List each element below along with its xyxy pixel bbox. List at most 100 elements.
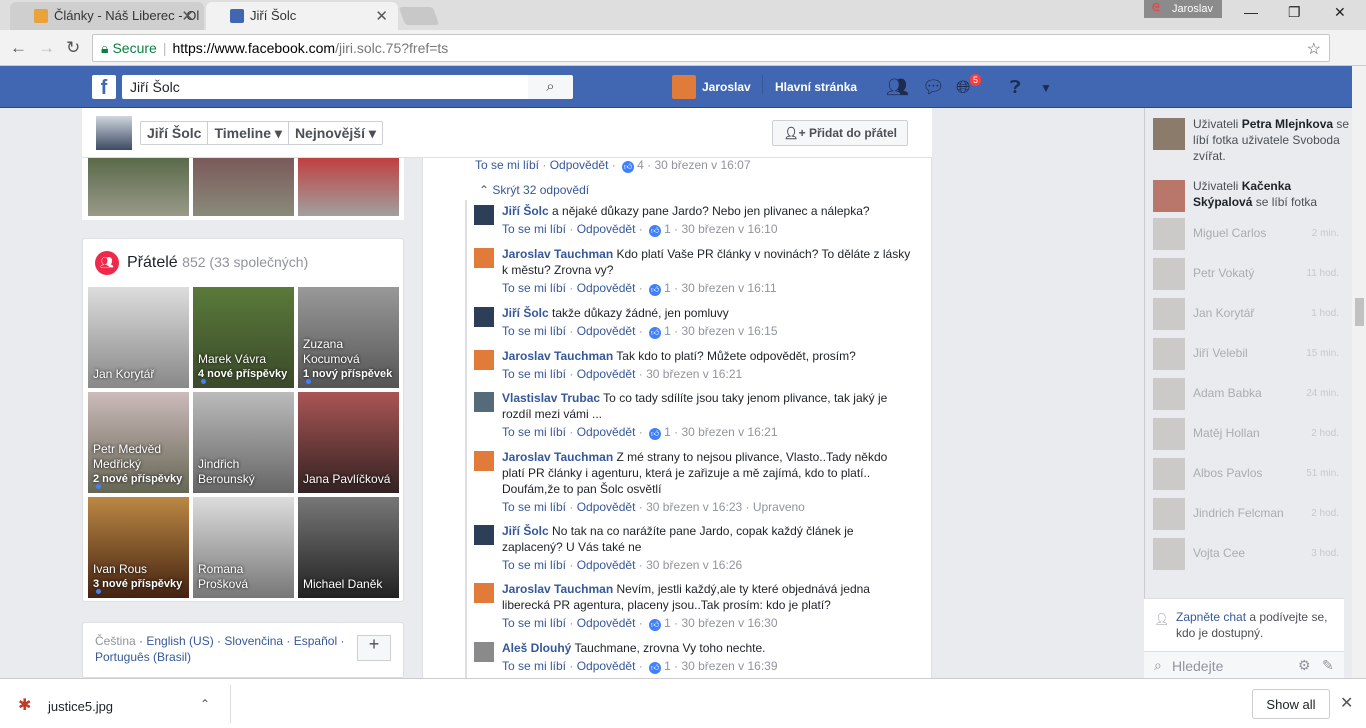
friend-tile[interactable]: Jindřich Berounský [193, 392, 294, 493]
forward-icon[interactable]: → [38, 38, 55, 58]
like-link[interactable]: To se mi líbí [502, 616, 566, 630]
back-icon[interactable]: ← [10, 38, 27, 58]
friend-tile[interactable]: Zuzana Kocumová 1 nový příspěvek [298, 287, 399, 388]
scrollbar-thumb[interactable] [1355, 298, 1364, 326]
friend-tile[interactable]: Jan Korytář [88, 287, 189, 388]
chat-contact[interactable]: Jan Korytář 1 hod. [1153, 296, 1349, 330]
newest-dropdown[interactable]: Nejnovější ▾ [289, 122, 382, 144]
chat-contact[interactable]: Petr Vokatý 11 hod. [1153, 256, 1349, 290]
avatar[interactable] [474, 248, 494, 268]
friend-tile[interactable]: Ivan Rous 3 nové příspěvky [88, 497, 189, 598]
avatar[interactable] [474, 642, 494, 662]
reply-author[interactable]: Vlastislav Trubac [502, 391, 600, 405]
chat-contact[interactable]: Adam Babka 24 min. [1153, 376, 1349, 410]
tab-jiri-solc[interactable]: Jiří Šolc ✕ [206, 2, 398, 30]
download-item[interactable]: ✱ justice5.jpg [18, 693, 228, 717]
chat-contact[interactable]: Vojta Cee 3 hod. [1153, 536, 1349, 570]
reply-author[interactable]: Jaroslav Tauchman [502, 582, 613, 596]
reply-link[interactable]: Odpovědět [577, 616, 636, 630]
chat-search-input[interactable]: ⌕ Hledejte ⚙ ✎ [1144, 651, 1344, 679]
reply-author[interactable]: Jaroslav Tauchman [502, 450, 613, 464]
help-icon[interactable]: ❓︎ [1010, 77, 1021, 98]
like-link[interactable]: To se mi líbí [502, 558, 566, 572]
reply-link[interactable]: Odpovědět [577, 659, 636, 673]
like-link[interactable]: To se mi líbí [502, 500, 566, 514]
home-link[interactable]: Hlavní stránka [762, 75, 857, 94]
reply-author[interactable]: Jiří Šolc [502, 306, 549, 320]
profile-link[interactable]: Jaroslav [672, 75, 751, 99]
add-language-button[interactable]: + [357, 635, 391, 661]
reply-link[interactable]: Odpovědět [577, 558, 636, 572]
friend-requests-icon[interactable]: 👥︎ [886, 77, 909, 98]
like-link[interactable]: To se mi líbí [502, 659, 566, 673]
chevron-up-icon[interactable]: ⌃ [200, 697, 210, 711]
avatar[interactable] [474, 451, 494, 471]
avatar[interactable] [474, 583, 494, 603]
reply-link[interactable]: Odpovědět [550, 158, 609, 172]
add-friend-button[interactable]: 👤︎+ Přidat do přátel [772, 120, 908, 146]
like-link[interactable]: To se mi líbí [502, 222, 566, 236]
tab-close-icon[interactable]: ✕ [375, 7, 388, 25]
avatar[interactable] [474, 350, 494, 370]
friend-tile[interactable]: Marek Vávra 4 nové příspěvky [193, 287, 294, 388]
reply-link[interactable]: Odpovědět [577, 425, 636, 439]
tab-clanky[interactable]: Články - Náš Liberec - Ol ✕ [10, 2, 204, 30]
reply-link[interactable]: Odpovědět [577, 324, 636, 338]
friends-heading[interactable]: 👥︎ Přátelé 852 (33 společných) [95, 251, 308, 275]
avatar[interactable] [474, 525, 494, 545]
avatar[interactable] [474, 307, 494, 327]
reply-link[interactable]: Odpovědět [577, 500, 636, 514]
bookmark-star-icon[interactable]: ☆ [1307, 39, 1321, 59]
reply-author[interactable]: Jaroslav Tauchman [502, 247, 613, 261]
photo-thumbnail[interactable] [88, 158, 189, 216]
avatar[interactable] [474, 392, 494, 412]
search-input[interactable]: Jiří Šolc [122, 75, 528, 99]
reply-link[interactable]: Odpovědět [577, 367, 636, 381]
reply-author[interactable]: Jiří Šolc [502, 524, 549, 538]
friend-tile[interactable]: Romana Prošková [193, 497, 294, 598]
close-icon[interactable]: ✕ [1340, 693, 1353, 713]
profile-avatar[interactable] [96, 116, 132, 150]
reply-author[interactable]: Jiří Šolc [502, 204, 549, 218]
new-tab-button[interactable] [398, 7, 440, 25]
close-window-button[interactable]: ✕ [1334, 4, 1346, 21]
reply-author[interactable]: Aleš Dlouhý [502, 641, 571, 655]
chat-contact[interactable]: Matěj Hollan 2 hod. [1153, 416, 1349, 450]
reload-icon[interactable]: ↻ [66, 38, 80, 58]
friend-tile[interactable]: Michael Daněk [298, 497, 399, 598]
like-link[interactable]: To se mi líbí [502, 281, 566, 295]
photo-thumbnail[interactable] [193, 158, 294, 216]
avatar[interactable] [474, 205, 494, 225]
show-all-button[interactable]: Show all [1252, 689, 1330, 719]
photo-thumbnail[interactable] [298, 158, 399, 216]
reply-author[interactable]: Jaroslav Tauchman [502, 349, 613, 363]
chat-contact[interactable]: Jindrich Felcman 2 hod. [1153, 496, 1349, 530]
friend-tile[interactable]: Petr Medvěd Medřický 2 nové příspěvky [88, 392, 189, 493]
like-link[interactable]: To se mi líbí [502, 324, 566, 338]
hide-replies-link[interactable]: ⌃ Skrýt 32 odpovědí [479, 183, 589, 197]
reply-link[interactable]: Odpovědět [577, 281, 636, 295]
like-link[interactable]: To se mi líbí [502, 425, 566, 439]
restore-button[interactable]: ❐ [1288, 4, 1301, 21]
page-scrollbar[interactable] [1352, 66, 1366, 678]
ticker-item[interactable]: Uživateli Petra Mlejnkova se líbí fotka … [1153, 116, 1349, 166]
chat-contact[interactable]: Albos Pavlos 51 min. [1153, 456, 1349, 490]
tab-close-icon[interactable]: ✕ [181, 7, 194, 25]
chat-contact[interactable]: Miguel Carlos 2 min. [1153, 216, 1349, 250]
compose-icon[interactable]: ✎ [1322, 657, 1334, 673]
timeline-dropdown[interactable]: Timeline ▾ [208, 122, 289, 144]
enable-chat-link[interactable]: Zapněte chat [1176, 610, 1246, 624]
facebook-logo-icon[interactable]: f [92, 75, 116, 99]
breadcrumb-name[interactable]: Jiří Šolc [141, 122, 209, 144]
like-link[interactable]: To se mi líbí [502, 367, 566, 381]
chevron-down-icon[interactable]: ▼ [1040, 81, 1052, 95]
reply-link[interactable]: Odpovědět [577, 222, 636, 236]
friend-tile[interactable]: Jana Pavlíčková [298, 392, 399, 493]
messenger-icon[interactable]: 💬︎ [922, 77, 945, 98]
minimize-button[interactable]: — [1244, 4, 1258, 20]
chat-contact[interactable]: Jiří Velebil 15 min. [1153, 336, 1349, 370]
ticker-item[interactable]: Uživateli Kačenka Skýpalová se líbí fotk… [1153, 178, 1349, 212]
browser-profile-button[interactable]: ᘓ Jaroslav [1144, 0, 1222, 18]
search-icon[interactable]: ⌕ [528, 75, 573, 99]
url-field[interactable]: 🔒︎ Secure | https://www.facebook.com/jiri.s… [92, 34, 1330, 62]
